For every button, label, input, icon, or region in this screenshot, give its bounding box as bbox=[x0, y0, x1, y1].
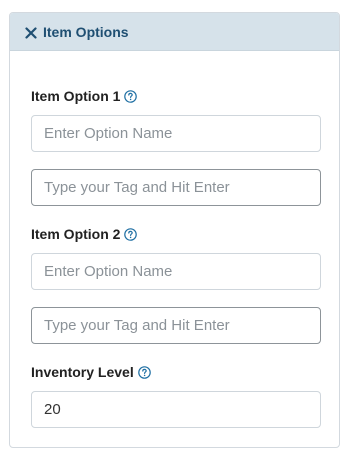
inventory-level-label: Inventory Level bbox=[31, 362, 320, 382]
item-options-panel: Item Options Item Option 1 Item Option 2 bbox=[9, 12, 340, 448]
item-option-1-tag-input[interactable] bbox=[31, 169, 321, 206]
item-option-2-name-input[interactable] bbox=[31, 253, 321, 290]
panel-header[interactable]: Item Options bbox=[10, 13, 339, 51]
item-option-1-label-text: Item Option 1 bbox=[31, 88, 121, 104]
panel-title: Item Options bbox=[43, 23, 129, 40]
panel-body: Item Option 1 Item Option 2 bbox=[10, 86, 339, 428]
item-option-2-label-text: Item Option 2 bbox=[31, 226, 121, 242]
help-icon[interactable] bbox=[137, 365, 151, 379]
help-icon[interactable] bbox=[124, 227, 138, 241]
item-option-1-label: Item Option 1 bbox=[31, 86, 320, 106]
help-icon[interactable] bbox=[124, 89, 138, 103]
close-icon[interactable] bbox=[25, 26, 37, 39]
item-option-2-label: Item Option 2 bbox=[31, 224, 320, 244]
inventory-level-label-text: Inventory Level bbox=[31, 364, 134, 380]
item-option-1-name-input[interactable] bbox=[31, 115, 321, 152]
inventory-level-input[interactable] bbox=[31, 391, 321, 428]
item-option-2-tag-input[interactable] bbox=[31, 307, 321, 344]
